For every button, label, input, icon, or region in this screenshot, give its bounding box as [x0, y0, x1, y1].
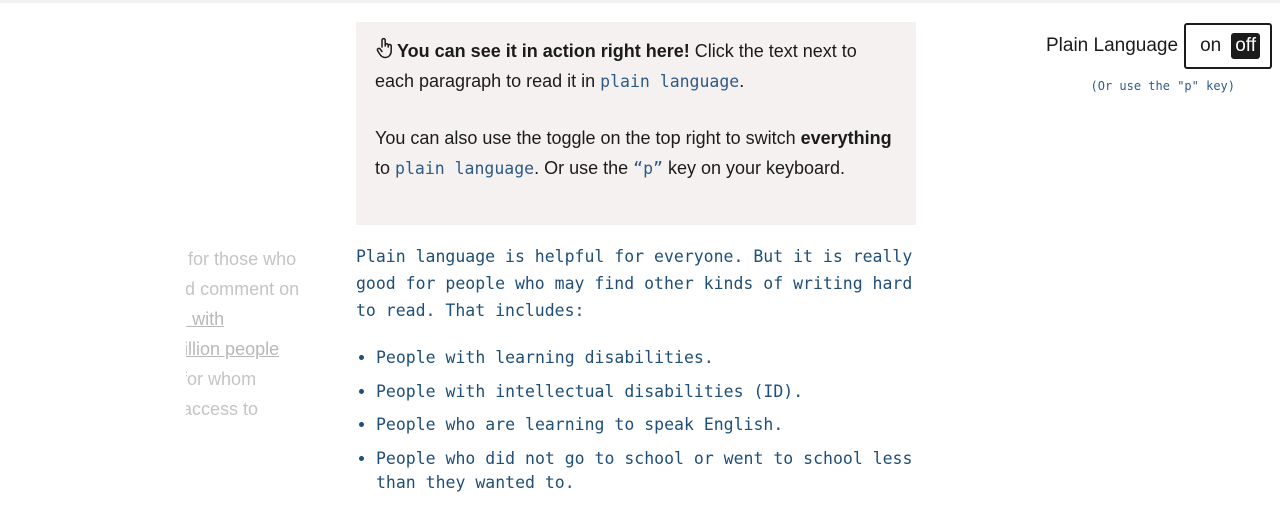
toggle-on-option[interactable]: on [1200, 35, 1221, 57]
original-link[interactable]: over 27 million people [186, 334, 344, 364]
original-paragraph-text[interactable]: especially for those who to read and com… [186, 244, 344, 424]
keyboard-hint: (Or use the "p" key) [1090, 79, 1236, 93]
plain-language-toggle[interactable]: on off [1184, 23, 1272, 69]
toggle-off-option[interactable]: off [1231, 33, 1260, 59]
original-line: speakers for whom [186, 369, 257, 389]
callout-bold-text: You can see it in action right here! [397, 41, 690, 61]
info-callout: You can see it in action right here! Cli… [356, 22, 916, 225]
callout-text: . Or use the [534, 158, 634, 178]
p-key-code: “p” [633, 159, 663, 178]
callout-paragraph-1: You can see it in action right here! Cli… [375, 36, 897, 97]
list-item: People who are learning to speak English… [376, 413, 916, 437]
plain-language-code: plain language [600, 72, 740, 91]
top-divider [0, 0, 1280, 3]
plain-language-code: plain language [395, 159, 535, 178]
callout-text: key on your keyboard. [662, 158, 846, 178]
original-paragraph[interactable]: especially for those who to read and com… [186, 244, 348, 424]
callout-period: . [739, 71, 745, 91]
callout-text: You can also use the toggle on the top r… [375, 128, 801, 148]
plain-list: People with learning disabilities. Peopl… [356, 346, 916, 495]
list-item: People with intellectual disabilities (I… [376, 380, 916, 404]
plain-intro: Plain language is helpful for everyone. … [356, 247, 913, 320]
callout-bold-text: everything [800, 128, 892, 148]
toggle-label: Plain Language [1046, 35, 1179, 56]
callout-text: to [375, 158, 396, 178]
plain-language-panel[interactable]: Plain language is helpful for everyone. … [356, 243, 916, 504]
list-item: People with learning disabilities. [376, 346, 916, 370]
plain-language-toggle-group: Plain Language on off [1046, 22, 1272, 70]
original-line: to read and comment on [186, 279, 300, 299]
list-item: People who did not go to school or went … [376, 447, 916, 495]
original-line: especially for those who [186, 249, 297, 269]
original-line: or limited access to [186, 399, 259, 419]
original-link[interactable]: population with [186, 304, 344, 334]
pointing-hand-icon [376, 37, 392, 59]
callout-paragraph-2: You can also use the toggle on the top r… [375, 123, 897, 184]
